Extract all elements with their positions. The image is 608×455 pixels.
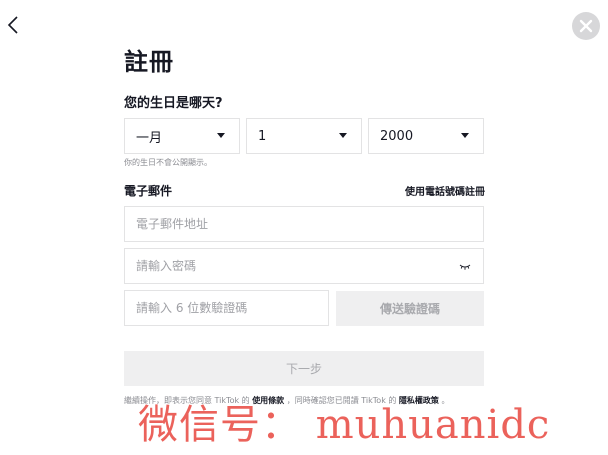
month-value: 一月 [136, 130, 163, 146]
code-field-wrapper [124, 290, 329, 326]
verification-code-input[interactable] [125, 291, 328, 325]
eye-closed-icon[interactable] [459, 263, 471, 271]
email-input[interactable] [125, 207, 483, 241]
email-field-wrapper [124, 206, 484, 242]
back-button[interactable] [4, 14, 22, 36]
next-button[interactable]: 下一步 [124, 351, 484, 386]
password-field-wrapper [124, 248, 484, 284]
day-value: 1 [258, 128, 267, 144]
birthday-label: 您的生日是哪天? [124, 96, 223, 111]
caret-down-icon [217, 133, 225, 138]
email-section-label: 電子郵件 [124, 184, 173, 198]
month-select[interactable]: 一月 [124, 118, 240, 154]
page-title: 註冊 [124, 48, 174, 76]
password-input[interactable] [125, 249, 483, 283]
birthday-hint: 你的生日不會公開顯示。 [124, 158, 212, 167]
close-icon [579, 19, 593, 33]
day-select[interactable]: 1 [246, 118, 362, 154]
caret-down-icon [339, 133, 347, 138]
send-code-button[interactable]: 傳送驗證碼 [336, 291, 484, 326]
year-select[interactable]: 2000 [368, 118, 484, 154]
caret-down-icon [461, 133, 469, 138]
close-button[interactable] [572, 12, 600, 40]
use-phone-link[interactable]: 使用電話號碼註冊 [395, 183, 485, 198]
watermark-overlay: 微信号： muhuanidc [138, 402, 551, 448]
year-value: 2000 [380, 128, 414, 144]
chevron-left-icon [7, 16, 18, 34]
